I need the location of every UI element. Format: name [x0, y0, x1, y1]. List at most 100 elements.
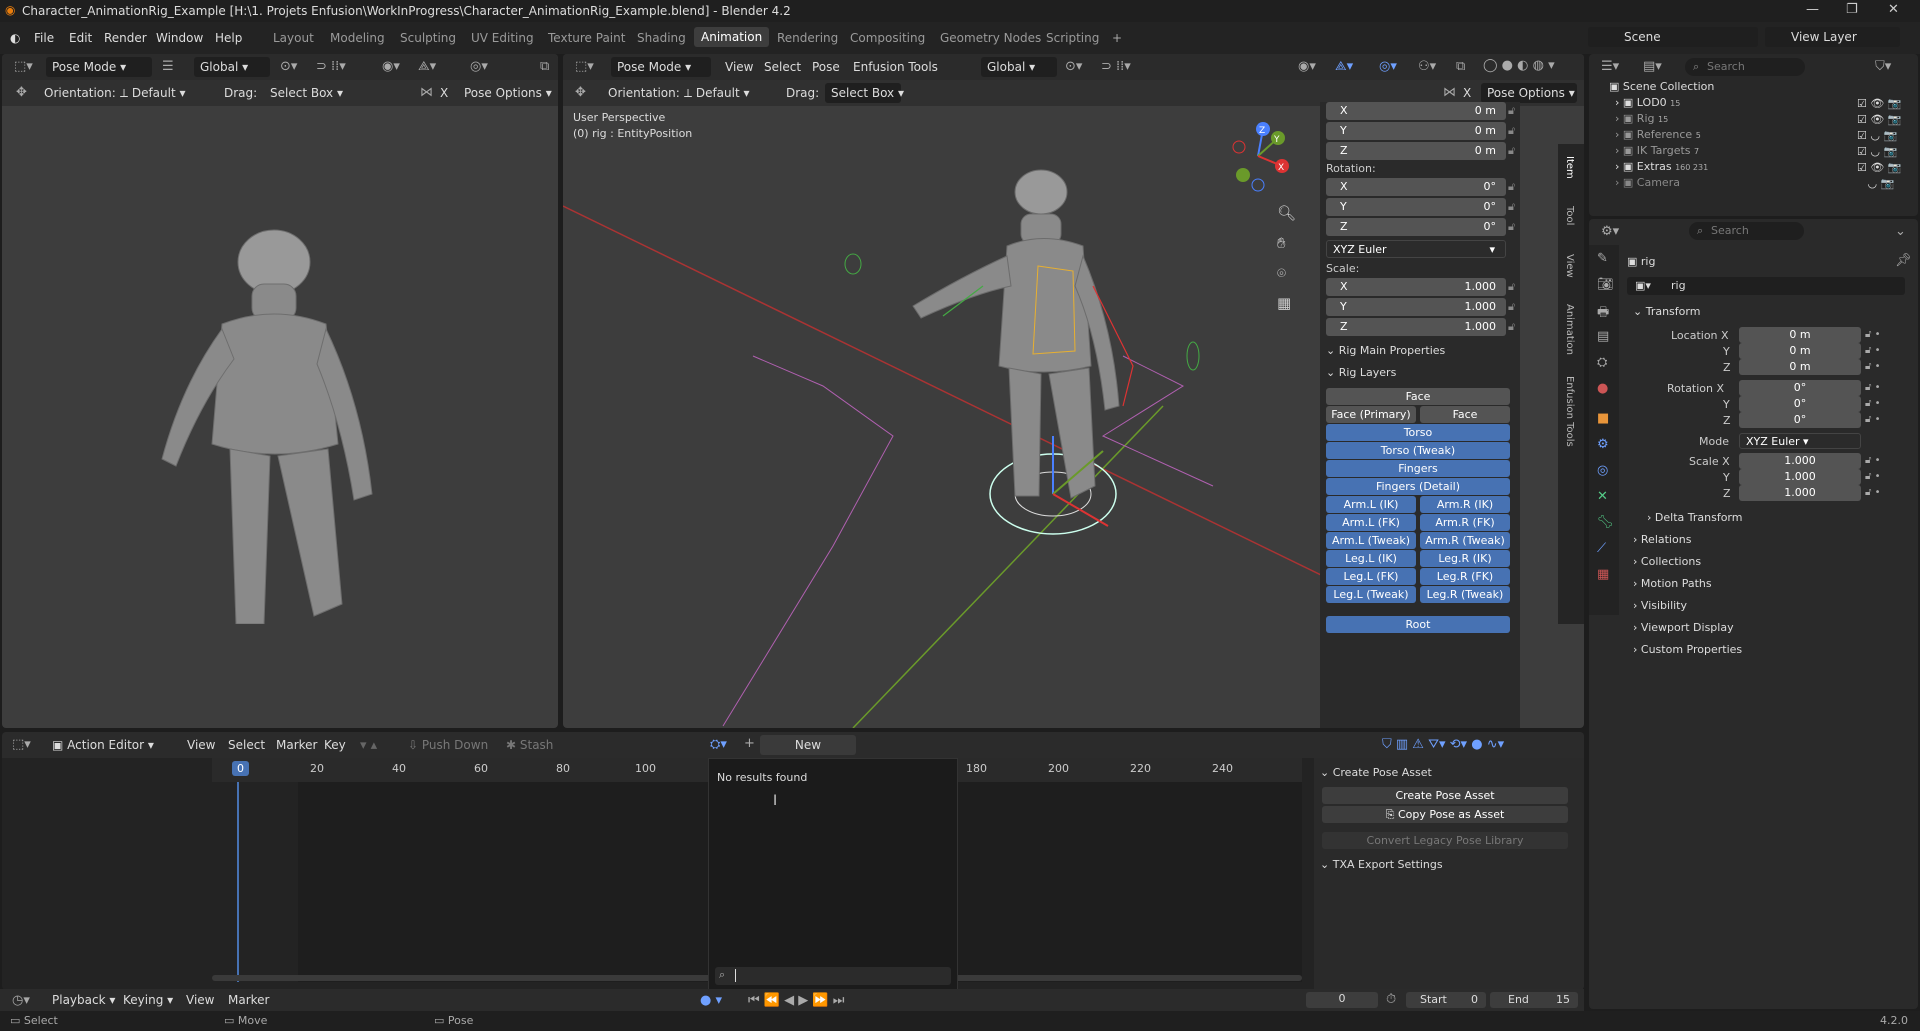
layer-leg-r-tweak-button[interactable]: Leg.R (Tweak) — [1420, 586, 1510, 603]
transform-section-header[interactable]: ⌄ Transform — [1633, 305, 1700, 318]
current-frame-marker[interactable]: 0 — [232, 761, 249, 776]
sidebar-tab-enfusion-tools[interactable]: Enfusion Tools — [1564, 376, 1575, 447]
lock-icon[interactable]: 🔓︎ — [1508, 104, 1515, 118]
location-z-field[interactable]: 0 m — [1739, 359, 1861, 375]
menu-enfusion-tools[interactable]: Enfusion Tools — [853, 60, 938, 74]
playback-menu[interactable]: Playback ▾ — [52, 993, 115, 1007]
stash-button[interactable]: ✱ Stash — [506, 738, 553, 752]
rotation-x-field[interactable]: 0° — [1739, 380, 1861, 396]
view-layer-tab-icon[interactable]: ▤ — [1597, 329, 1609, 344]
layer-leg-r-ik-button[interactable]: Leg.R (IK) — [1420, 550, 1510, 567]
editor-type-icon[interactable]: ⬚▾ — [14, 59, 33, 74]
lock-icons[interactable]: 🔓︎ • 🔓︎ • 🔓︎ • — [1865, 453, 1881, 501]
sidebar-tab-item[interactable]: Item — [1564, 156, 1575, 179]
layer-leg-r-fk-button[interactable]: Leg.R (FK) — [1420, 568, 1510, 585]
push-down-button[interactable]: ⇩ Push Down — [408, 738, 488, 752]
hamburger-icon[interactable]: ☰ — [162, 59, 174, 74]
shading-modes-icon[interactable]: ◯ ● ◐ ◍ ▾ — [1483, 58, 1555, 73]
lock-icons[interactable]: 🔓︎ • 🔓︎ • 🔓︎ • — [1865, 380, 1881, 428]
overlay-icon[interactable]: ◎▾ — [470, 59, 488, 74]
stopwatch-icon[interactable]: ⏱ — [1386, 992, 1396, 1007]
mirror-x-toggle[interactable]: X — [440, 86, 448, 100]
layer-leg-l-ik-button[interactable]: Leg.L (IK) — [1326, 550, 1416, 567]
left-transform-dropdown[interactable]: Global ▾ — [194, 57, 270, 77]
add-workspace-icon[interactable]: + — [1106, 31, 1128, 45]
ortho-grid-icon[interactable]: ▦ — [1277, 294, 1291, 312]
new-action-plus-icon[interactable]: + — [744, 736, 755, 751]
action-editor[interactable]: ⬚▾ ▣ Action Editor ▾ View Select Marker … — [2, 732, 1584, 990]
gizmo-icon[interactable]: ⟁▾ — [418, 59, 436, 74]
menu-view[interactable]: View — [186, 993, 214, 1007]
location-y-field[interactable]: 0 m — [1739, 343, 1861, 359]
location-z-field[interactable]: Z0 m — [1326, 142, 1506, 160]
main-transform-dropdown[interactable]: Global ▾ — [981, 57, 1057, 77]
object-tab-icon[interactable]: ■ — [1597, 411, 1609, 426]
editor-mode-dropdown[interactable]: ▣ Action Editor ▾ — [46, 735, 176, 755]
layer-fingers-button[interactable]: Fingers — [1326, 460, 1510, 477]
create-pose-asset-header[interactable]: ⌄ Create Pose Asset — [1320, 766, 1432, 779]
outliner-item-rig[interactable]: › ▣ Rig 15 — [1615, 112, 1877, 128]
selectability-icon[interactable]: ◉▾ — [1298, 59, 1316, 74]
menu-marker[interactable]: Marker — [276, 738, 317, 752]
menu-view[interactable]: View — [725, 60, 753, 74]
rotation-x-field[interactable]: X 0° — [1326, 178, 1506, 196]
current-frame-field[interactable]: 0 — [1306, 992, 1378, 1008]
xray-icon[interactable]: ⧉ — [540, 59, 549, 74]
scene-selector[interactable]: Scene — [1588, 27, 1758, 47]
scale-y-field[interactable]: Y 1.000 — [1326, 298, 1506, 316]
xray-icon[interactable]: ⧉ — [1456, 59, 1465, 74]
tab-rendering[interactable]: Rendering — [771, 31, 844, 45]
world-tab-icon[interactable]: ● — [1597, 381, 1608, 396]
editor-type-icon[interactable]: ◷▾ — [12, 993, 30, 1008]
pivot-icon[interactable]: ⊙▾ — [280, 59, 297, 74]
outliner-item-ik-targets[interactable]: › ▣ IK Targets 7 — [1615, 144, 1877, 160]
tab-texture-paint[interactable]: Texture Paint — [542, 31, 631, 45]
maximize-icon[interactable]: ❐ — [1846, 2, 1858, 17]
outliner-item-lod0[interactable]: › ▣ LOD0 15 — [1615, 96, 1877, 112]
layer-torso-tweak-button[interactable]: Torso (Tweak) — [1326, 442, 1510, 459]
blender-menu-icon[interactable]: ◐ — [10, 31, 20, 45]
outliner[interactable]: ☰▾ ▤▾ ⌕ Search ⛉▾ ▣ Scene Collection › ▣… — [1589, 54, 1918, 216]
properties-editor[interactable]: ⚙▾ ⌕ Search ⌄ ✎ 📷︎ 🖶 ▤ ⛭ ● ■ ⚙ ◎ ✕ 🦴︎ ⟋ … — [1589, 219, 1918, 1009]
layer-leg-l-tweak-button[interactable]: Leg.L (Tweak) — [1326, 586, 1416, 603]
sidebar-tab-animation[interactable]: Animation — [1564, 304, 1575, 355]
overlays-icon[interactable]: ◎▾ — [1379, 59, 1397, 74]
relations-section[interactable]: › Relations — [1633, 533, 1691, 546]
tab-uv-editing[interactable]: UV Editing — [465, 31, 540, 45]
menu-select[interactable]: Select — [764, 60, 801, 74]
modifier-tab-icon[interactable]: ⚙ — [1597, 437, 1609, 452]
left-orientation-dropdown[interactable]: ⟂ Default ▾ — [114, 83, 209, 103]
menu-edit[interactable]: Edit — [69, 31, 92, 45]
tab-scripting[interactable]: Scripting — [1040, 31, 1105, 45]
lock-icon[interactable]: 🔓︎ — [1508, 200, 1515, 214]
snap-icon[interactable]: ⊃ ⁞⁞▾ — [316, 59, 346, 74]
tab-modeling[interactable]: Modeling — [324, 31, 391, 45]
layer-arm-r-fk-button[interactable]: Arm.R (FK) — [1420, 514, 1510, 531]
txa-export-settings-header[interactable]: ⌄ TXA Export Settings — [1320, 858, 1443, 871]
start-frame-field[interactable]: Start 0 — [1406, 992, 1486, 1008]
menu-select[interactable]: Select — [228, 738, 265, 752]
popup-search-input[interactable]: ⌕ — [715, 967, 951, 985]
menu-window[interactable]: Window — [156, 31, 203, 45]
action-browse-icon[interactable]: ⛭▾ — [710, 737, 727, 752]
tab-compositing[interactable]: Compositing — [844, 31, 931, 45]
lock-icon[interactable]: 🔓︎ — [1508, 180, 1515, 194]
layer-face-secondary-button[interactable]: Face (Secondary) — [1420, 406, 1510, 438]
scene-collection-row[interactable]: ▣ Scene Collection — [1609, 80, 1871, 96]
visibility-icon[interactable]: ◉▾ — [382, 59, 400, 74]
location-x-field[interactable]: 0 m — [1739, 327, 1861, 343]
scale-x-field[interactable]: X 1.000 — [1326, 278, 1506, 296]
main-pose-options[interactable]: Pose Options ▾ — [1481, 83, 1577, 103]
lock-icons[interactable]: 🔓︎ • 🔓︎ • 🔓︎ • — [1865, 327, 1881, 375]
left-pose-options[interactable]: Pose Options ▾ — [458, 83, 552, 103]
menu-marker[interactable]: Marker — [228, 993, 269, 1007]
tab-shading[interactable]: Shading — [631, 31, 692, 45]
copy-pose-as-asset-button[interactable]: ⎘ Copy Pose as Asset — [1322, 806, 1568, 823]
layer-torso-button[interactable]: Torso — [1326, 424, 1510, 441]
main-drag-dropdown[interactable]: Select Box ▾ — [825, 83, 904, 103]
end-frame-field[interactable]: End 15 — [1490, 992, 1578, 1008]
layer-arm-r-tweak-button[interactable]: Arm.R (Tweak) — [1420, 532, 1510, 549]
move-tool-icon[interactable]: ✥ — [16, 85, 27, 100]
layer-leg-l-fk-button[interactable]: Leg.L (FK) — [1326, 568, 1416, 585]
bone-overlay-icon[interactable]: ⚇▾ — [1418, 59, 1436, 74]
